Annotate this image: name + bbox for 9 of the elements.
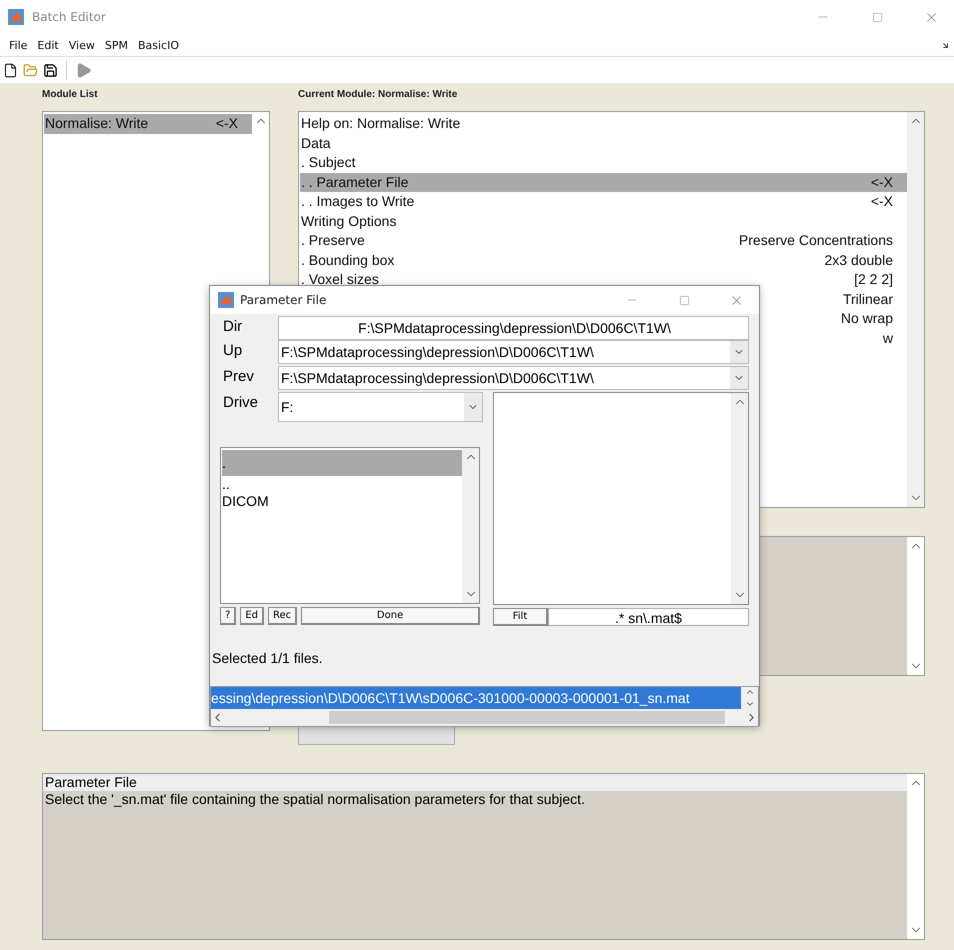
module-list-heading: Module List [42,88,99,102]
current-module-heading: Current Module: Normalise: Write [298,88,458,102]
field-label: Dir [222,317,244,337]
field-label: Prev [222,367,255,387]
field-label: Up [222,341,244,361]
help-title: Parameter File [43,774,907,791]
field-label: Drive [222,393,260,413]
window-title: Batch Editor [32,10,107,24]
help-text: Select the '_sn.mat' file containing the spatial normalisation parameters for that subject. [44,791,586,808]
